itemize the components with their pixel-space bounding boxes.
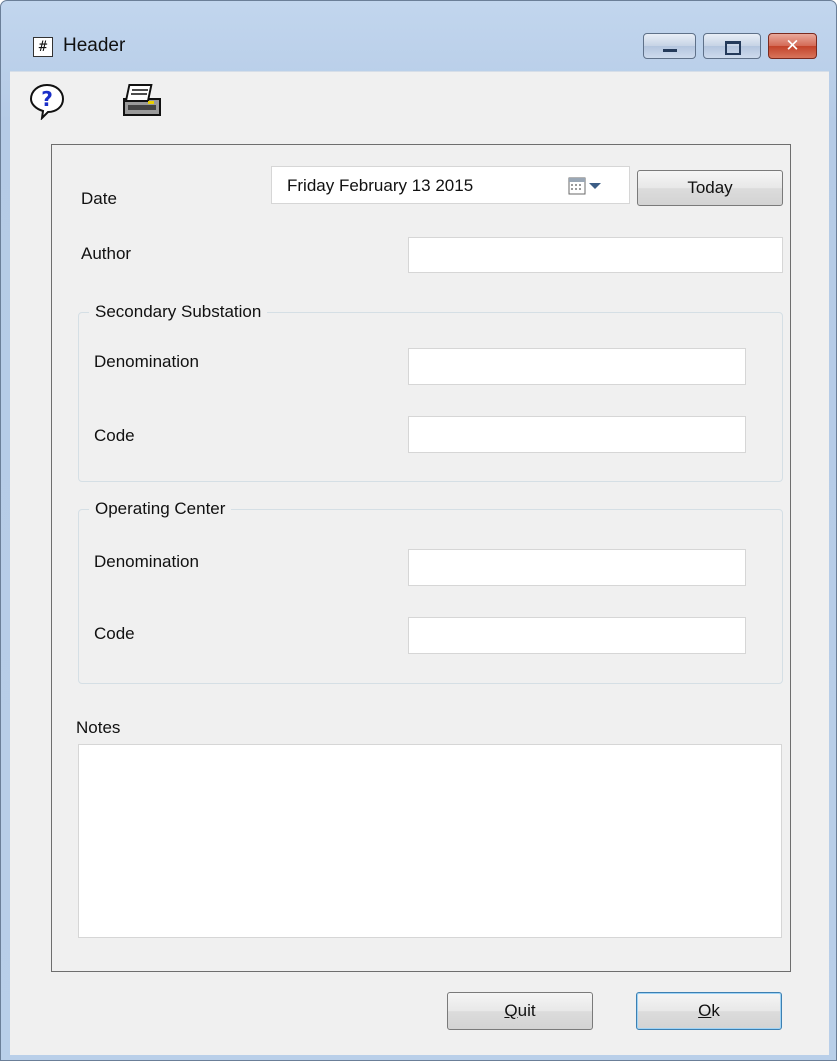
secondary-denomination-label: Denomination: [94, 352, 199, 371]
operating-center-title: Operating Center: [89, 499, 232, 519]
close-button[interactable]: ✕: [768, 33, 817, 59]
ok-button[interactable]: Ok: [636, 992, 782, 1030]
date-label: Date: [81, 189, 117, 208]
date-value: Friday February 13 2015: [287, 176, 474, 195]
close-icon: ✕: [785, 36, 800, 56]
today-button[interactable]: Today: [637, 170, 783, 206]
minimize-icon: [644, 34, 695, 58]
printer-icon: [123, 84, 161, 116]
secondary-code-label: Code: [94, 426, 135, 445]
ok-label-rest: k: [711, 1001, 720, 1020]
ok-mnemonic: O: [698, 1001, 712, 1020]
operating-code-label: Code: [94, 624, 135, 643]
quit-label-rest: uit: [517, 1001, 536, 1020]
date-picker[interactable]: Friday February 13 2015: [271, 166, 630, 204]
maximize-icon: [704, 34, 760, 58]
app-hash-icon: #: [33, 37, 53, 57]
secondary-denomination-field[interactable]: [408, 348, 746, 385]
dialog-window: # Header ✕ ? Date Friday February 13 201…: [0, 0, 837, 1061]
print-button[interactable]: [120, 82, 161, 120]
notes-textarea[interactable]: [78, 744, 782, 938]
operating-denomination-field[interactable]: [408, 549, 746, 586]
secondary-substation-group: Secondary Substation: [78, 302, 783, 482]
secondary-code-field[interactable]: [408, 416, 746, 453]
title-bar[interactable]: # Header ✕: [1, 1, 836, 71]
minimize-button[interactable]: [643, 33, 696, 59]
chevron-down-icon[interactable]: [589, 183, 601, 189]
author-field[interactable]: [408, 237, 783, 273]
quit-mnemonic: Q: [504, 1001, 518, 1020]
svg-text:?: ?: [41, 87, 53, 111]
dialog-client-area: ? Date Friday February 13 2015 Today Aut…: [10, 71, 829, 1055]
help-button[interactable]: ?: [28, 82, 66, 121]
operating-denomination-label: Denomination: [94, 552, 199, 571]
notes-label: Notes: [76, 718, 121, 737]
author-label: Author: [81, 244, 132, 263]
secondary-substation-title: Secondary Substation: [89, 302, 268, 322]
help-question-icon: ?: [29, 83, 65, 121]
calendar-icon[interactable]: [568, 177, 586, 195]
quit-button[interactable]: Quit: [447, 992, 593, 1030]
operating-center-group: Operating Center: [78, 499, 783, 684]
window-title: Header: [63, 35, 126, 56]
maximize-button[interactable]: [703, 33, 761, 59]
operating-code-field[interactable]: [408, 617, 746, 654]
